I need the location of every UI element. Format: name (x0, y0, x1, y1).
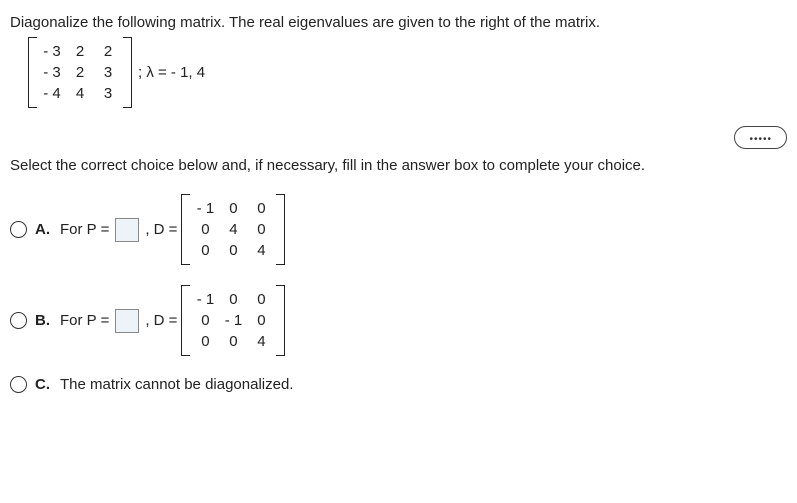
m-cell: 2 (94, 41, 122, 62)
m-cell: 0 (247, 310, 275, 331)
m-cell: 0 (191, 219, 219, 240)
instruction-text: Select the correct choice below and, if … (10, 157, 787, 174)
m-cell: 3 (94, 83, 122, 104)
m-cell: 0 (219, 240, 247, 261)
choice-c-text: The matrix cannot be diagonalized. (60, 376, 293, 393)
m-cell: 0 (191, 240, 219, 261)
m-cell: 4 (247, 240, 275, 261)
m-cell: - 4 (38, 83, 66, 104)
given-matrix: - 322 - 323 - 443 (28, 37, 132, 108)
m-cell: 4 (219, 219, 247, 240)
given-matrix-row: - 322 - 323 - 443 ; λ = - 1, 4 (28, 37, 787, 108)
choice-c: C. The matrix cannot be diagonalized. (10, 376, 787, 393)
choice-c-label: C. (35, 376, 50, 393)
choice-b-p-input[interactable] (115, 309, 139, 333)
choice-b-label: B. (35, 312, 50, 329)
m-cell: 3 (94, 62, 122, 83)
m-cell: 2 (66, 41, 94, 62)
choice-b-forp: For P = (60, 312, 109, 329)
m-cell: 4 (66, 83, 94, 104)
overflow-button[interactable]: ••••• (734, 126, 787, 149)
m-cell: 0 (219, 331, 247, 352)
eigenvalues-text: ; λ = - 1, 4 (138, 64, 205, 81)
m-cell: 0 (191, 331, 219, 352)
m-cell: - 1 (191, 289, 219, 310)
question-prompt: Diagonalize the following matrix. The re… (10, 14, 787, 31)
m-cell: - 3 (38, 62, 66, 83)
m-cell: 0 (219, 198, 247, 219)
choice-a-d-matrix: - 100 040 004 (181, 194, 285, 265)
choice-a-forp: For P = (60, 221, 109, 238)
choice-a: A. For P = , D = - 100 040 004 (10, 194, 787, 265)
radio-b[interactable] (10, 312, 27, 329)
m-cell: - 1 (191, 198, 219, 219)
choice-b-d-matrix: - 100 0- 10 004 (181, 285, 285, 356)
m-cell: - 1 (219, 310, 247, 331)
choice-a-label: A. (35, 221, 50, 238)
m-cell: - 3 (38, 41, 66, 62)
dots-icon: ••••• (749, 134, 772, 145)
choice-a-deq: , D = (145, 221, 177, 238)
m-cell: 4 (247, 331, 275, 352)
m-cell: 0 (247, 219, 275, 240)
radio-c[interactable] (10, 376, 27, 393)
choice-a-p-input[interactable] (115, 218, 139, 242)
m-cell: 0 (247, 198, 275, 219)
choice-b: B. For P = , D = - 100 0- 10 004 (10, 285, 787, 356)
m-cell: 2 (66, 62, 94, 83)
choice-b-deq: , D = (145, 312, 177, 329)
radio-a[interactable] (10, 221, 27, 238)
m-cell: 0 (247, 289, 275, 310)
m-cell: 0 (191, 310, 219, 331)
m-cell: 0 (219, 289, 247, 310)
overflow-row: ••••• (10, 126, 787, 149)
